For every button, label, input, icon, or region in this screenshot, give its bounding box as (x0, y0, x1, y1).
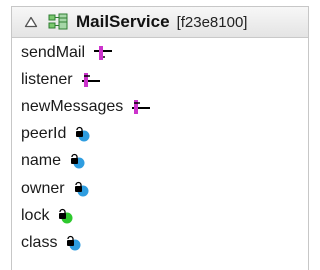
private-field-icon (68, 153, 86, 169)
instance-id: [f23e8100] (176, 13, 248, 31)
member-label: sendMail (21, 43, 86, 61)
member-label: owner (21, 179, 65, 197)
method-icon (92, 45, 114, 61)
member-label: listener (21, 70, 73, 88)
private-field-icon (72, 181, 90, 197)
member-row-newmessages[interactable]: newMessages (12, 93, 308, 120)
object-inspector-panel: MailService [f23e8100] sendMail listener (11, 6, 309, 270)
member-row-listener[interactable]: listener (12, 66, 308, 93)
private-field-icon (73, 126, 91, 142)
member-label: lock (21, 206, 50, 224)
member-label: newMessages (21, 97, 124, 115)
private-field-icon (64, 235, 82, 251)
triangle-up-icon[interactable] (23, 14, 39, 30)
member-row-owner[interactable]: owner (12, 175, 308, 202)
private-field-icon (56, 208, 74, 224)
member-row-peerid[interactable]: peerId (12, 121, 308, 148)
member-row-name[interactable]: name (12, 148, 308, 175)
inspector-header: MailService [f23e8100] (12, 7, 308, 38)
member-label: class (21, 233, 58, 251)
class-name: MailService (76, 12, 170, 31)
member-row-lock[interactable]: lock (12, 202, 308, 229)
method-icon (130, 99, 152, 115)
member-label: name (21, 152, 62, 170)
method-icon (80, 72, 102, 88)
member-list: sendMail listener newMessages peerId nam… (12, 38, 308, 257)
class-structure-icon (48, 13, 68, 31)
member-row-class[interactable]: class (12, 229, 308, 256)
member-label: peerId (21, 125, 67, 143)
member-row-sendmail[interactable]: sendMail (12, 39, 308, 66)
